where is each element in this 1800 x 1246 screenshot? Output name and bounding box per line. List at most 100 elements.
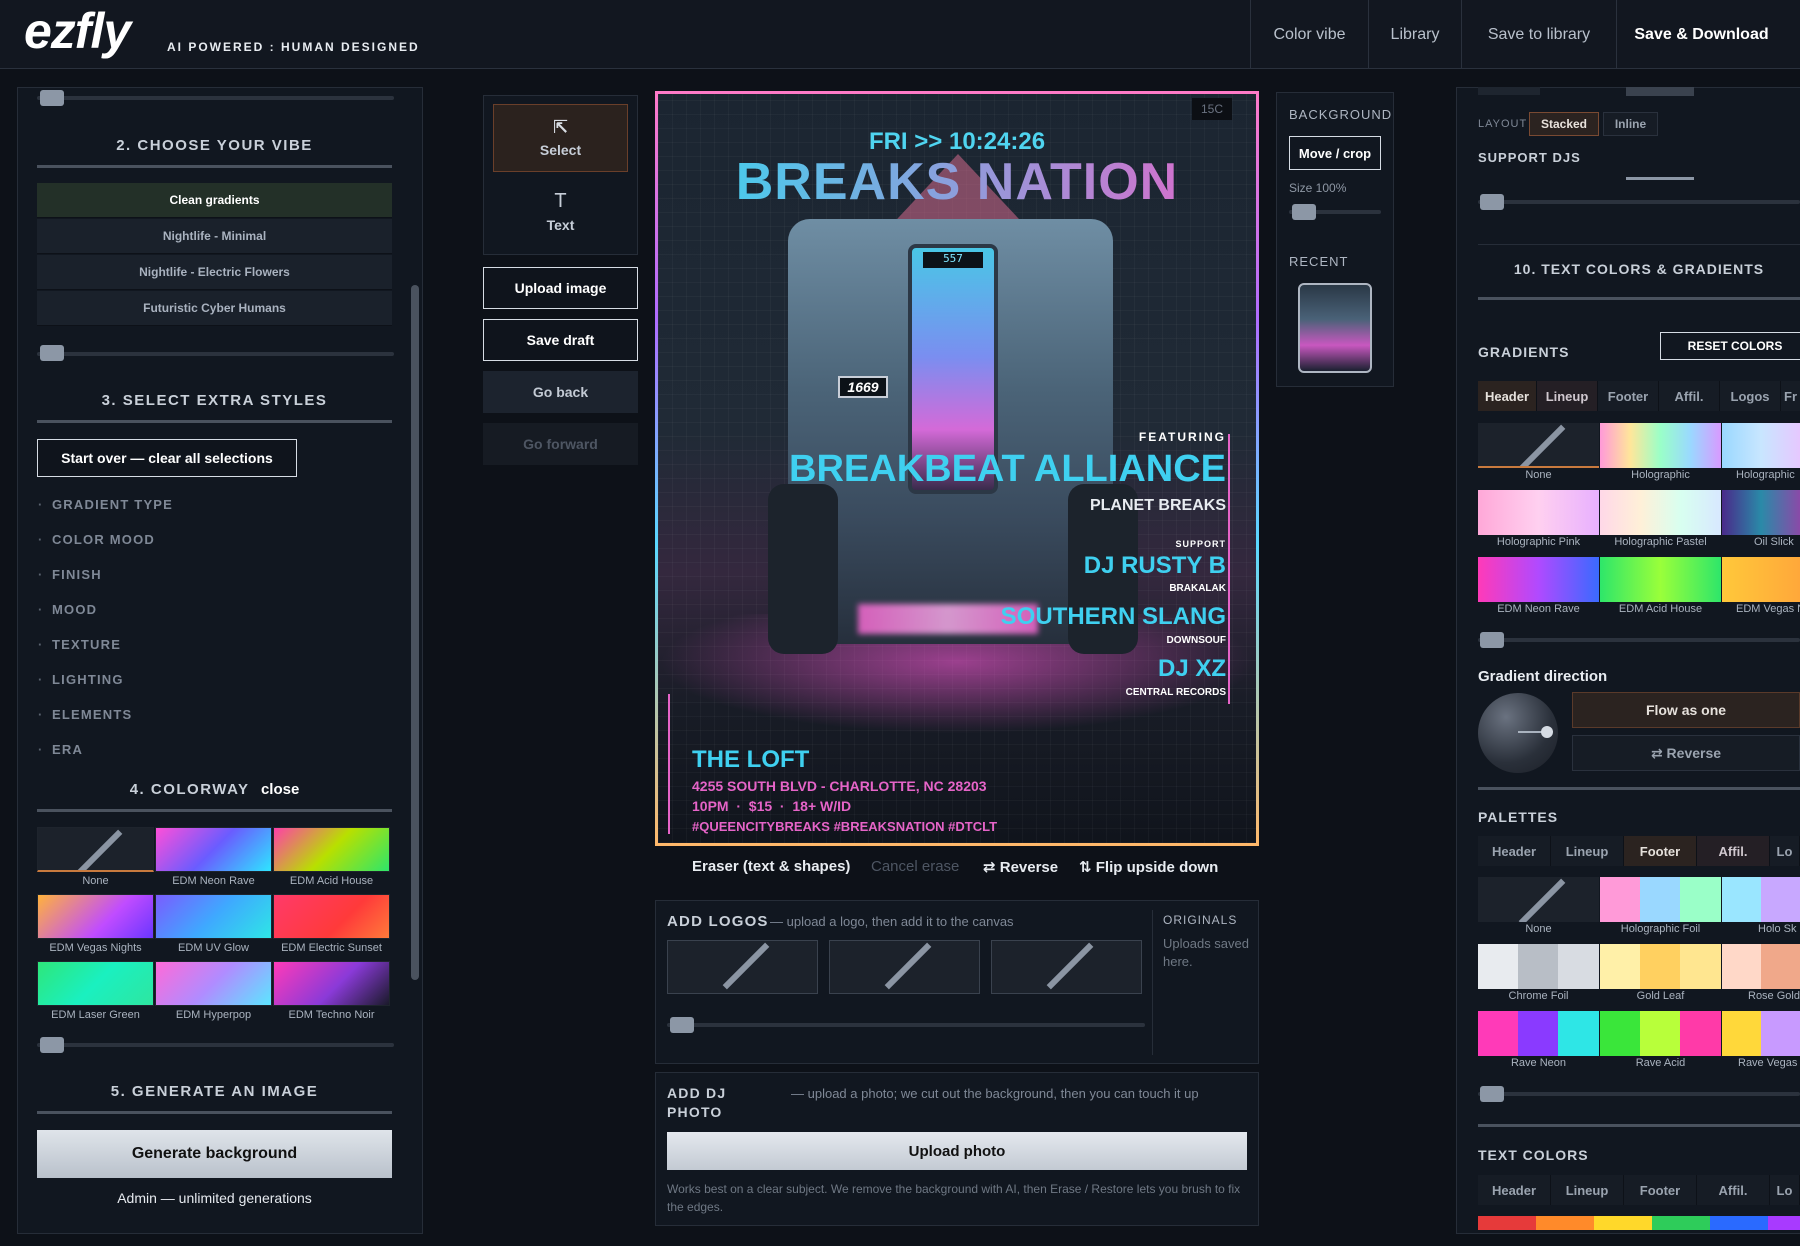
tab-logos[interactable]: Logos	[1720, 381, 1781, 411]
palette-swatch[interactable]	[1722, 944, 1800, 989]
move-crop-button[interactable]: Move / crop	[1289, 136, 1381, 170]
palette-swatch[interactable]	[1600, 877, 1721, 922]
colorway-swatch[interactable]	[155, 827, 272, 872]
clipped-option[interactable]	[1626, 87, 1694, 96]
colorway-swatch[interactable]	[37, 894, 154, 939]
poster-frame[interactable]: 557 1669 15C FRI >> 10:24:26 BREAKS NATI…	[655, 91, 1259, 846]
gradient-swatch[interactable]	[1600, 557, 1721, 602]
nav-color-vibe[interactable]: Color vibe	[1250, 0, 1368, 69]
generate-background-button[interactable]: Generate background	[37, 1130, 392, 1178]
colorway-swatch[interactable]	[155, 961, 272, 1006]
accordion-elements[interactable]: · ELEMENTS	[38, 707, 132, 722]
vibe-option[interactable]: Futuristic Cyber Humans	[37, 291, 392, 326]
gradient-swatch-none[interactable]	[1478, 423, 1599, 468]
direction-dial[interactable]	[1478, 693, 1558, 773]
clipped-option[interactable]	[1478, 87, 1540, 95]
accordion-gradient-type[interactable]: · GRADIENT TYPE	[38, 497, 173, 512]
slider-thumb[interactable]	[670, 1017, 694, 1033]
colorway-swatch[interactable]	[155, 894, 272, 939]
tab-frame[interactable]: Fr	[1781, 381, 1800, 411]
size-slider-thumb[interactable]	[1292, 204, 1316, 220]
palette-swatch-none[interactable]	[1478, 877, 1599, 922]
palette-swatch[interactable]	[1600, 1011, 1721, 1056]
nav-save-to-library[interactable]: Save to library	[1461, 0, 1616, 69]
slider-thumb[interactable]	[40, 345, 64, 361]
palette-swatch[interactable]	[1722, 1011, 1800, 1056]
upload-photo-button[interactable]: Upload photo	[667, 1132, 1247, 1170]
logo-slot[interactable]	[829, 940, 980, 994]
go-back-button[interactable]: Go back	[483, 371, 638, 413]
poster-canvas[interactable]: 557 1669 15C FRI >> 10:24:26 BREAKS NATI…	[658, 94, 1256, 843]
tab-footer[interactable]: Footer	[1624, 836, 1697, 866]
gradient-swatch[interactable]	[1600, 423, 1721, 468]
accordion-mood[interactable]: · MOOD	[38, 602, 97, 617]
slider-thumb[interactable]	[1480, 632, 1504, 648]
palette-swatch[interactable]	[1478, 1011, 1599, 1056]
tab-affil[interactable]: Affil.	[1697, 836, 1770, 866]
scrollbar[interactable]	[411, 285, 419, 980]
accordion-texture[interactable]: · TEXTURE	[38, 637, 121, 652]
brand-logo[interactable]: ezfly	[24, 2, 131, 60]
tab-header[interactable]: Header	[1478, 381, 1537, 411]
save-draft-button[interactable]: Save draft	[483, 319, 638, 361]
vibe-option[interactable]: Nightlife - Minimal	[37, 219, 392, 254]
accordion-finish[interactable]: · FINISH	[38, 567, 102, 582]
logo-slot[interactable]	[991, 940, 1142, 994]
slider-thumb[interactable]	[40, 90, 64, 106]
recent-thumbnail[interactable]	[1298, 283, 1372, 373]
logo-slot[interactable]	[667, 940, 818, 994]
palette-swatch[interactable]	[1478, 944, 1599, 989]
vibe-option[interactable]: Clean gradients	[37, 183, 392, 218]
gradient-swatch[interactable]	[1722, 557, 1800, 602]
palette-swatch[interactable]	[1722, 877, 1800, 922]
flip-button[interactable]: ⇅ Flip upside down	[1079, 858, 1218, 876]
text-color-strip[interactable]	[1478, 1216, 1800, 1230]
layout-inline-option[interactable]: Inline	[1603, 112, 1658, 136]
slider-thumb[interactable]	[1480, 194, 1504, 210]
accordion-lighting[interactable]: · LIGHTING	[38, 672, 124, 687]
select-tool[interactable]: ⇱ Select	[493, 104, 628, 172]
start-over-button[interactable]: Start over — clear all selections	[37, 439, 297, 477]
upload-image-button[interactable]: Upload image	[483, 267, 638, 309]
reset-colors-button[interactable]: RESET COLORS	[1660, 332, 1800, 360]
gradient-swatch[interactable]	[1722, 490, 1800, 535]
colorway-close-link[interactable]: close	[261, 781, 299, 798]
colorway-swatch[interactable]	[273, 894, 390, 939]
tab-affil[interactable]: Affil.	[1697, 1175, 1770, 1205]
accordion-color-mood[interactable]: · COLOR MOOD	[38, 532, 155, 547]
nav-library[interactable]: Library	[1368, 0, 1461, 69]
flow-as-one-button[interactable]: Flow as one	[1572, 692, 1800, 728]
cancel-erase-button[interactable]: Cancel erase	[871, 858, 959, 875]
tab-affil[interactable]: Affil.	[1659, 381, 1720, 411]
colorway-swatch[interactable]	[273, 961, 390, 1006]
eraser-button[interactable]: Eraser (text & shapes)	[692, 858, 850, 875]
tab-header[interactable]: Header	[1478, 1175, 1551, 1205]
tab-lineup[interactable]: Lineup	[1551, 836, 1624, 866]
accordion-era[interactable]: · ERA	[38, 742, 83, 757]
tab-logos[interactable]: Lo	[1770, 836, 1800, 866]
slider-thumb[interactable]	[1480, 1086, 1504, 1102]
tab-lineup[interactable]: Lineup	[1537, 381, 1598, 411]
colorway-swatch[interactable]	[273, 827, 390, 872]
reverse-button[interactable]: ⇄ Reverse	[983, 858, 1058, 876]
gradient-swatch[interactable]	[1600, 490, 1721, 535]
tab-header[interactable]: Header	[1478, 836, 1551, 866]
colorway-swatch[interactable]	[37, 961, 154, 1006]
reverse-gradient-button[interactable]: ⇄ Reverse	[1572, 735, 1800, 771]
gradient-swatch[interactable]	[1478, 557, 1599, 602]
go-forward-button[interactable]: Go forward	[483, 423, 638, 465]
tab-footer[interactable]: Footer	[1624, 1175, 1697, 1205]
gradient-swatch[interactable]	[1478, 490, 1599, 535]
vibe-option[interactable]: Nightlife - Electric Flowers	[37, 255, 392, 290]
dial-handle[interactable]	[1541, 726, 1553, 738]
colorway-swatch-none[interactable]	[37, 827, 154, 872]
tab-footer[interactable]: Footer	[1598, 381, 1659, 411]
tab-logos[interactable]: Lo	[1770, 1175, 1800, 1205]
text-tool[interactable]: T Text	[493, 178, 628, 246]
tab-lineup[interactable]: Lineup	[1551, 1175, 1624, 1205]
layout-stacked-option[interactable]: Stacked	[1529, 112, 1599, 136]
nav-save-download[interactable]: Save & Download	[1616, 0, 1786, 69]
gradient-swatch[interactable]	[1722, 423, 1800, 468]
slider-thumb[interactable]	[40, 1037, 64, 1053]
palette-swatch[interactable]	[1600, 944, 1721, 989]
